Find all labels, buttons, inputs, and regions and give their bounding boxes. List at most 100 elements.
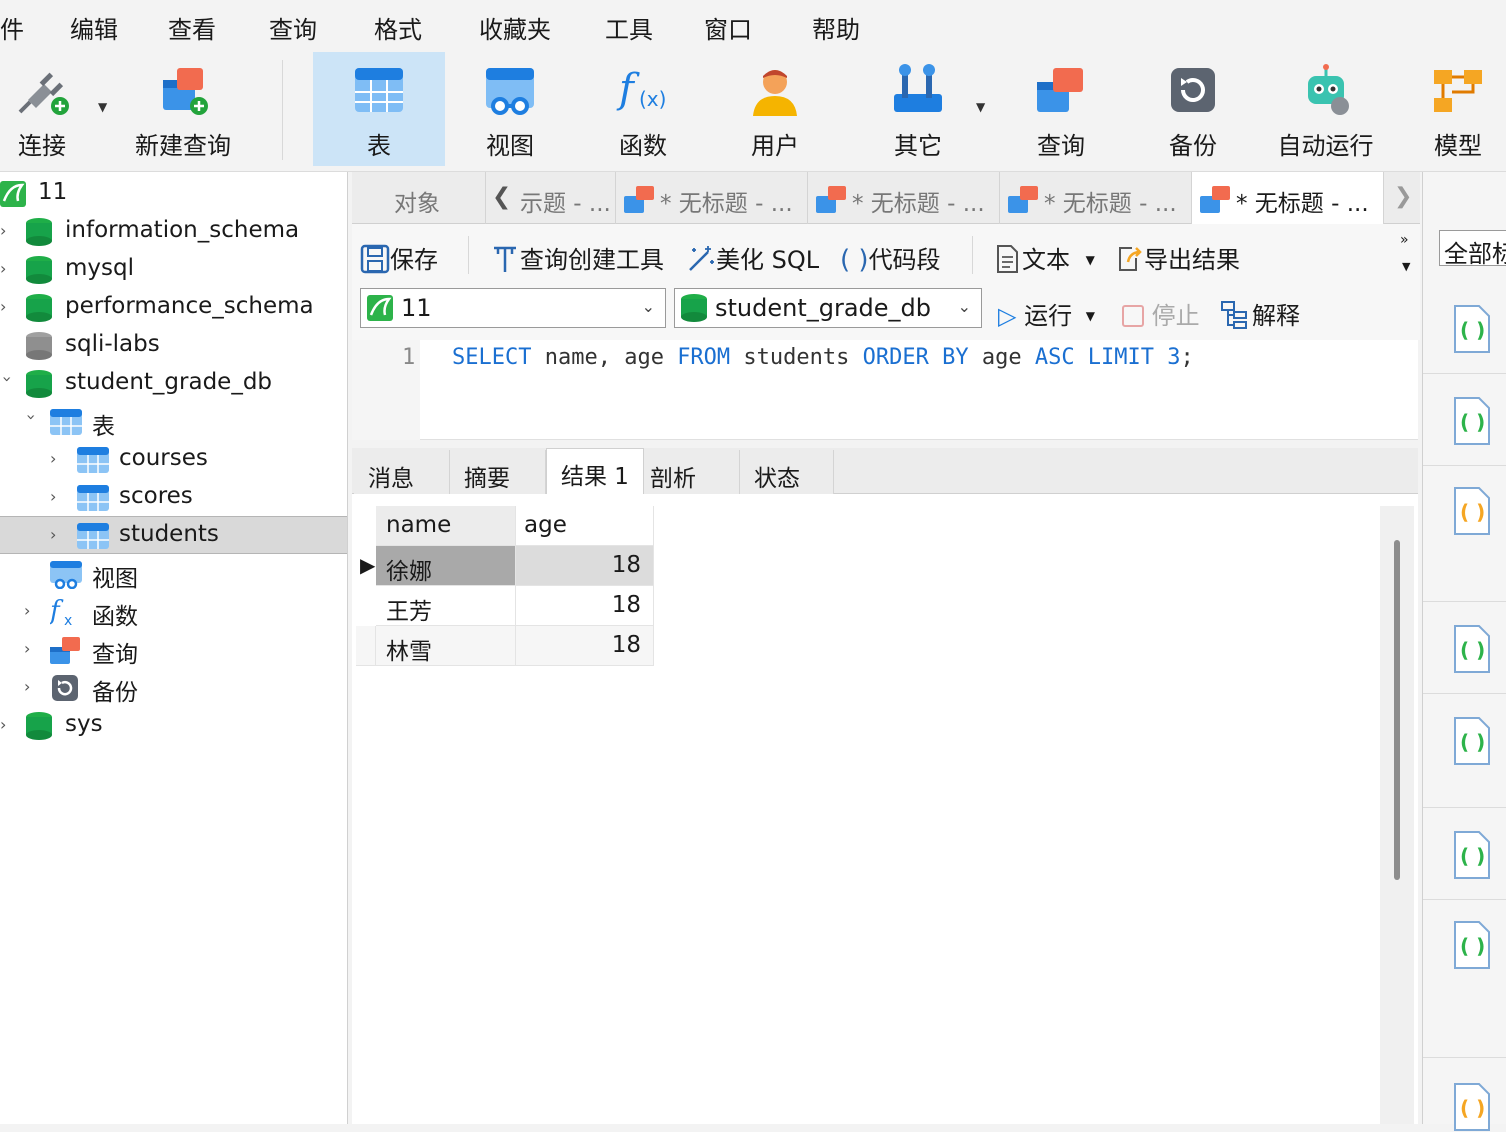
code-snippet-button[interactable]: ( )代码段 xyxy=(840,240,941,275)
menu-window[interactable]: 窗口 xyxy=(704,10,752,45)
chevron-left-icon[interactable]: ❮ xyxy=(492,184,511,210)
other-dropdown-icon[interactable]: ▼ xyxy=(976,100,985,114)
save-button[interactable]: 保存 xyxy=(360,240,438,275)
tab-summary[interactable]: 摘要 xyxy=(450,450,546,494)
autorun-button[interactable]: 自动运行 xyxy=(1268,52,1383,166)
sql-editor[interactable]: 1 SELECT name, age FROM students ORDER B… xyxy=(352,340,1418,440)
snippet-item[interactable]: ( ) xyxy=(1423,282,1506,374)
tree-db-sqli-labs[interactable]: sqli-labs xyxy=(0,326,347,364)
table-cell-age[interactable]: 18 xyxy=(516,626,654,666)
function-button[interactable]: f (x) 函数 xyxy=(593,52,693,166)
vertical-scrollbar[interactable] xyxy=(1380,506,1414,1124)
snippet-item[interactable]: ( ) xyxy=(1423,1058,1506,1131)
menu-format[interactable]: 格式 xyxy=(374,10,422,45)
chevron-right-icon[interactable]: › xyxy=(24,677,38,697)
connection-select[interactable]: 11 ⌄ xyxy=(360,288,666,328)
backup-button[interactable]: 备份 xyxy=(1143,52,1243,166)
tree-table-scores[interactable]: › scores xyxy=(0,478,347,516)
tree-table-students[interactable]: › students xyxy=(0,516,347,554)
connect-button[interactable]: 连接 xyxy=(0,52,84,166)
menu-view[interactable]: 查看 xyxy=(168,10,216,45)
user-button[interactable]: 用户 xyxy=(725,52,825,166)
scrollbar-thumb[interactable] xyxy=(1394,540,1400,880)
table-button[interactable]: 表 xyxy=(313,52,445,166)
table-cell-name[interactable]: 林雪 xyxy=(376,626,516,666)
chevron-right-icon[interactable]: › xyxy=(0,259,14,279)
run-dropdown-icon[interactable]: ▼ xyxy=(1086,309,1095,323)
chevron-right-icon[interactable]: › xyxy=(0,297,14,317)
column-header-name[interactable]: name xyxy=(376,506,516,546)
query-builder-button[interactable]: 查询创建工具 xyxy=(490,240,664,275)
snippet-item[interactable]: ( ) xyxy=(1423,694,1506,808)
tree-table-courses[interactable]: › courses xyxy=(0,440,347,478)
tree-db-performance-schema[interactable]: › performance_schema xyxy=(0,288,347,326)
chevron-right-icon[interactable]: › xyxy=(50,525,64,545)
chevron-down-icon[interactable]: › xyxy=(0,376,17,390)
database-select[interactable]: student_grade_db ⌄ xyxy=(674,288,982,328)
query-button[interactable]: 查询 xyxy=(1011,52,1111,166)
explain-button[interactable]: 解释 xyxy=(1220,296,1300,331)
connect-dropdown-icon[interactable]: ▼ xyxy=(98,100,107,114)
overflow-dropdown-icon[interactable]: ▼ xyxy=(1402,260,1410,273)
tree-db-sys[interactable]: › sys xyxy=(0,706,347,744)
more-chevron-icon[interactable]: » xyxy=(1400,232,1409,248)
tree-db-information-schema[interactable]: › information_schema xyxy=(0,212,347,250)
menu-query[interactable]: 查询 xyxy=(269,10,317,45)
snippet-filter-select[interactable]: 全部标 xyxy=(1439,230,1506,266)
chevron-right-icon[interactable]: ❯ xyxy=(1394,184,1412,209)
chevron-right-icon[interactable]: › xyxy=(50,487,64,507)
tab-objects[interactable]: 对象 xyxy=(352,172,486,224)
other-button[interactable]: 其它 xyxy=(868,52,968,166)
tab-status[interactable]: 状态 xyxy=(740,450,834,494)
snippet-item[interactable]: ( ) xyxy=(1423,900,1506,1058)
chevron-down-icon[interactable]: › xyxy=(21,414,41,428)
tree-group-functions[interactable]: › f x 函数 xyxy=(0,592,347,630)
snippet-item[interactable]: ( ) xyxy=(1423,466,1506,602)
new-query-button[interactable]: 新建查询 xyxy=(128,52,238,166)
tab-query-1[interactable]: ❮ 示题 - ... xyxy=(486,172,616,224)
tree-db-student-grade-db[interactable]: › student_grade_db xyxy=(0,364,347,402)
chevron-right-icon[interactable]: › xyxy=(24,601,38,621)
tree-db-mysql[interactable]: › mysql xyxy=(0,250,347,288)
tab-query-active[interactable]: * 无标题 - ... xyxy=(1192,172,1384,224)
table-cell-age[interactable]: 18 xyxy=(516,586,654,626)
tab-result-1[interactable]: 结果 1 xyxy=(546,448,644,495)
current-row-arrow-icon: ▶ xyxy=(360,553,376,577)
tab-profile[interactable]: 剖析 xyxy=(644,450,740,494)
chevron-right-icon[interactable]: › xyxy=(50,449,64,469)
tab-query-3[interactable]: * 无标题 - ... xyxy=(808,172,1000,224)
tree-group-queries[interactable]: › 查询 xyxy=(0,630,347,668)
snippet-item[interactable]: ( ) xyxy=(1423,602,1506,694)
beautify-sql-button[interactable]: 美化 SQL xyxy=(686,240,819,275)
tree-group-tables[interactable]: › 表 xyxy=(0,402,347,440)
tree-connection[interactable]: 11 xyxy=(0,174,347,212)
chevron-right-icon[interactable]: › xyxy=(24,639,38,659)
menu-tools[interactable]: 工具 xyxy=(605,10,653,45)
snippet-item[interactable]: ( ) xyxy=(1423,374,1506,466)
tree-group-backups[interactable]: › 备份 xyxy=(0,668,347,706)
table-cell-age[interactable]: 18 xyxy=(516,546,654,586)
menu-edit[interactable]: 编辑 xyxy=(70,10,118,45)
tree-group-views[interactable]: 视图 xyxy=(0,554,347,592)
table-cell-name[interactable]: 徐娜 xyxy=(376,546,516,586)
menu-favorites[interactable]: 收藏夹 xyxy=(479,10,551,45)
svg-text:( ): ( ) xyxy=(1460,318,1485,342)
chevron-right-icon[interactable]: › xyxy=(0,221,14,241)
menu-help[interactable]: 帮助 xyxy=(812,10,860,45)
table-cell-name[interactable]: 王芳 xyxy=(376,586,516,626)
stop-button[interactable]: 停止 xyxy=(1122,296,1200,331)
text-button[interactable]: 文本 ▼ xyxy=(992,240,1095,275)
chevron-right-icon[interactable]: › xyxy=(0,715,14,735)
column-header-age[interactable]: age xyxy=(516,506,654,546)
tab-query-2[interactable]: * 无标题 - ... xyxy=(616,172,808,224)
tab-query-4[interactable]: * 无标题 - ... xyxy=(1000,172,1192,224)
model-button[interactable]: 模型 xyxy=(1410,52,1506,166)
export-result-button[interactable]: 导出结果 xyxy=(1114,240,1240,275)
tab-messages[interactable]: 消息 xyxy=(354,450,450,494)
menu-file[interactable]: 件 xyxy=(0,10,24,45)
view-button[interactable]: 视图 xyxy=(460,52,560,166)
snippet-item[interactable]: ( ) xyxy=(1423,808,1506,900)
text-dropdown-icon[interactable]: ▼ xyxy=(1086,253,1095,267)
line-number: 1 xyxy=(402,345,416,370)
run-button[interactable]: ▷ 运行 ▼ xyxy=(998,296,1095,331)
